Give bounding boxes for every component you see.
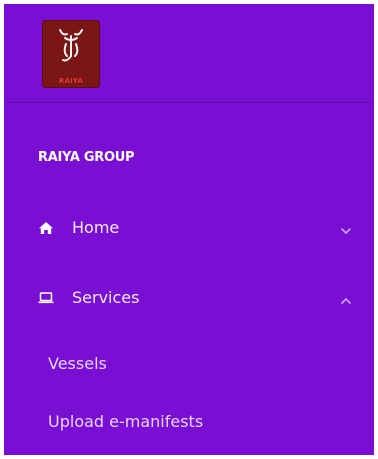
chevron-up-icon[interactable] xyxy=(340,292,352,304)
logo-emblem-icon xyxy=(59,29,83,62)
brand-logo[interactable]: RAIYA xyxy=(42,20,100,88)
sidebar: RAIYA RAIYA GROUP Home Services Vessels … xyxy=(4,4,374,455)
laptop-icon xyxy=(38,290,54,306)
sidebar-subitem-upload-e-manifests[interactable]: Upload e-manifests xyxy=(48,412,203,431)
sidebar-item-label: Home xyxy=(72,218,120,237)
logo-text: RAIYA xyxy=(58,77,84,85)
sidebar-subitem-vessels[interactable]: Vessels xyxy=(48,354,107,373)
sidebar-group-title: RAIYA GROUP xyxy=(38,150,135,165)
sidebar-item-services[interactable]: Services xyxy=(4,278,374,318)
home-icon xyxy=(38,220,54,236)
logo-area: RAIYA xyxy=(4,4,374,103)
sidebar-item-home[interactable]: Home xyxy=(4,208,374,248)
chevron-down-icon[interactable] xyxy=(340,222,352,234)
sidebar-item-label: Services xyxy=(72,288,140,307)
